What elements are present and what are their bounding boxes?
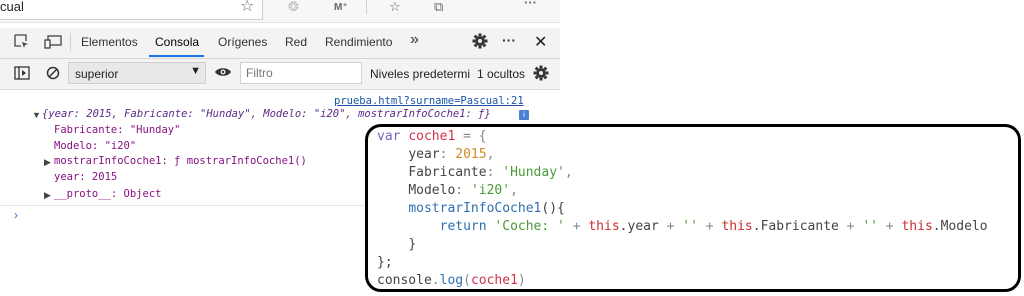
- filter-input[interactable]: [240, 62, 362, 84]
- profile-icon[interactable]: M⁺: [334, 1, 348, 15]
- property-year: year: 2015: [54, 171, 118, 183]
- property-fabricante: Fabricante: "Hunday": [54, 124, 181, 136]
- code-token: 'Coche: ': [494, 219, 565, 234]
- source-link[interactable]: prueba.html?surname=Pascual:21: [334, 95, 524, 107]
- code-token: ): [517, 273, 526, 288]
- code-token: '': [682, 219, 698, 234]
- address-bar[interactable]: cual: [0, 0, 263, 20]
- code-line-6: return 'Coche: ' + this.year + '' + this…: [439, 219, 988, 234]
- more-options-button[interactable]: ···: [502, 32, 516, 48]
- chevron-down-icon: ▼: [190, 65, 201, 77]
- code-token: 'i20': [470, 183, 511, 198]
- collections-icon[interactable]: ⧉: [434, 0, 443, 14]
- info-badge[interactable]: i: [519, 110, 529, 120]
- tab-origenes[interactable]: Orígenes: [218, 35, 267, 49]
- close-devtools-button[interactable]: ✕: [534, 32, 547, 52]
- code-token: }: [408, 237, 417, 252]
- code-line-7: }: [377, 237, 416, 252]
- code-token: coche1: [470, 273, 518, 288]
- code-token: Fabricante: [408, 165, 487, 180]
- active-tab-indicator: [149, 55, 204, 57]
- console-settings-gear-icon[interactable]: [533, 65, 549, 84]
- sidebar-toggle-icon[interactable]: [14, 66, 30, 83]
- code-token: this: [721, 219, 753, 234]
- inspect-element-icon[interactable]: [14, 34, 30, 53]
- code-token: Modelo: [408, 183, 456, 198]
- tab-consola[interactable]: Consola: [155, 35, 199, 49]
- clear-console-icon[interactable]: [46, 66, 60, 83]
- code-token: var: [377, 129, 401, 144]
- code-line-5: mostrarInfoCoche1(){: [377, 201, 565, 216]
- code-token: return: [439, 219, 487, 234]
- code-token: .Fabricante: [752, 219, 839, 234]
- log-levels-dropdown[interactable]: Niveles predetermi: [370, 67, 470, 81]
- live-expression-eye-icon[interactable]: [214, 66, 232, 81]
- code-token: (){: [541, 201, 565, 216]
- code-token: .Modelo: [932, 219, 988, 234]
- code-line-9: console.log(coche1): [377, 273, 526, 288]
- device-toolbar-icon[interactable]: [44, 35, 62, 52]
- tab-divider: [70, 33, 71, 51]
- context-label: superior: [75, 67, 119, 81]
- code-token: coche1: [408, 129, 456, 144]
- object-summary[interactable]: {year: 2015, Fabricante: "Hunday", Model…: [42, 108, 491, 120]
- settings-gear-icon[interactable]: [472, 33, 488, 52]
- code-line-2: year: 2015,: [408, 147, 495, 162]
- property-proto[interactable]: __proto__: Object: [54, 188, 161, 200]
- code-token: .year: [619, 219, 659, 234]
- more-tabs-button[interactable]: »: [410, 31, 419, 49]
- code-token: = {: [455, 129, 487, 144]
- tab-elementos[interactable]: Elementos: [81, 35, 138, 49]
- expand-triangle-icon[interactable]: ▶: [44, 157, 51, 168]
- star-icon[interactable]: ☆: [240, 0, 254, 15]
- tab-rendimiento[interactable]: Rendimiento: [325, 35, 392, 49]
- code-line-1: var coche1 = {: [377, 129, 487, 144]
- extension-icon[interactable]: ❂: [288, 0, 299, 14]
- context-selector[interactable]: superior ▼: [68, 62, 206, 84]
- code-token: };: [377, 255, 393, 270]
- code-token: this: [588, 219, 620, 234]
- code-token: log: [439, 273, 464, 288]
- code-token: year: [408, 147, 440, 162]
- property-modelo: Modelo: "i20": [54, 140, 137, 152]
- tab-red[interactable]: Red: [285, 35, 307, 49]
- code-line-4: Modelo: 'i20',: [408, 183, 518, 198]
- console-prompt[interactable]: ›: [14, 208, 18, 222]
- code-snippet-box: var coche1 = { year: 2015, Fabricante: '…: [365, 124, 1021, 292]
- code-token: 'Hunday': [502, 165, 565, 180]
- code-token: mostrarInfoCoche1: [408, 201, 542, 216]
- expand-triangle-icon[interactable]: ▼: [32, 110, 41, 120]
- favorites-icon[interactable]: ☆: [389, 0, 401, 14]
- code-token: 2015: [455, 147, 487, 162]
- code-token: this: [901, 219, 933, 234]
- more-icon[interactable]: ···: [524, 0, 537, 10]
- code-token: '': [862, 219, 878, 234]
- code-line-8: };: [377, 255, 393, 270]
- code-line-3: Fabricante: 'Hunday',: [408, 165, 573, 180]
- toolbar-divider: [366, 0, 367, 14]
- property-mostrarinfocoche1[interactable]: mostrarInfoCoche1: ƒ mostrarInfoCoche1(): [54, 155, 307, 167]
- expand-triangle-icon[interactable]: ▶: [44, 190, 51, 201]
- code-token: console: [377, 273, 432, 288]
- hidden-messages-count: 1 ocultos: [477, 67, 526, 81]
- address-text: cual: [0, 0, 24, 14]
